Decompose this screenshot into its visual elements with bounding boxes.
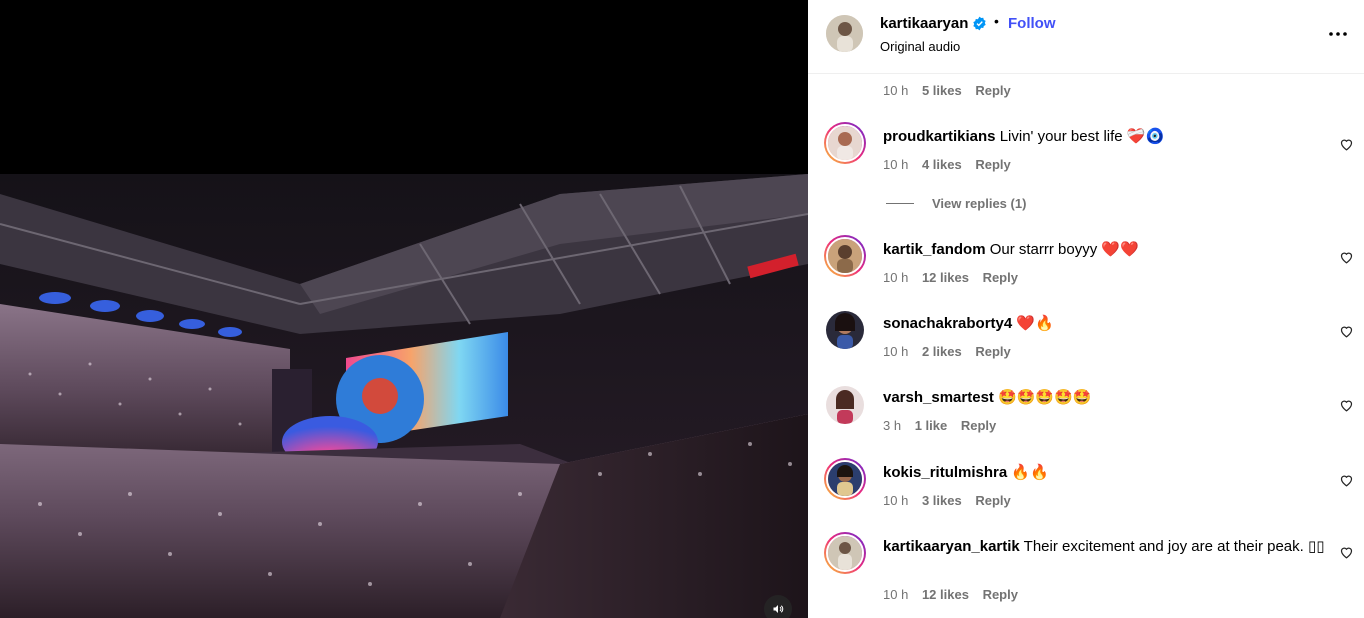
comment-likes[interactable]: 5 likes <box>922 83 962 98</box>
more-options-icon[interactable] <box>1324 22 1352 46</box>
comment-text: Our starrr boyyy ❤️❤️ <box>989 241 1139 258</box>
sound-toggle-button[interactable] <box>764 595 792 618</box>
comment-likes[interactable]: 12 likes <box>922 270 969 285</box>
commenter-avatar[interactable] <box>824 235 866 277</box>
comment-text: Livin' your best life ❤️‍🩹🧿 <box>999 128 1165 145</box>
comment-username[interactable]: kartikaaryan_kartik <box>883 538 1020 555</box>
reply-button[interactable]: Reply <box>975 344 1010 359</box>
reply-button[interactable]: Reply <box>975 157 1010 172</box>
commenter-avatar[interactable] <box>824 122 866 164</box>
heart-icon[interactable] <box>1339 398 1354 413</box>
speaker-icon <box>773 605 784 613</box>
replies-divider <box>886 203 914 204</box>
view-replies-label: View replies (1) <box>932 196 1027 211</box>
reply-button[interactable]: Reply <box>983 587 1018 602</box>
comment-text: 🔥🔥 <box>1011 464 1049 481</box>
header-separator: • <box>994 13 999 29</box>
comment-text: 🤩🤩🤩🤩🤩 <box>998 389 1092 406</box>
heart-icon[interactable] <box>1339 250 1354 265</box>
commenter-avatar[interactable] <box>824 309 866 351</box>
comment-likes[interactable]: 4 likes <box>922 157 962 172</box>
author-username[interactable]: kartikaaryan <box>880 15 968 32</box>
comment-meta: 10 h 5 likes Reply <box>883 83 1021 98</box>
comment-meta: 10 h 3 likes Reply <box>883 493 1021 508</box>
comment-username[interactable]: sonachakraborty4 <box>883 315 1012 332</box>
heart-icon[interactable] <box>1339 137 1354 152</box>
comment-time: 10 h <box>883 270 909 285</box>
reply-button[interactable]: Reply <box>975 83 1010 98</box>
comment-text: Their excitement and joy are at their pe… <box>1023 538 1325 555</box>
comment-meta: 10 h 12 likes Reply <box>883 587 1028 602</box>
comment-likes[interactable]: 2 likes <box>922 344 962 359</box>
comment-meta: 3 h 1 like Reply <box>883 418 1006 433</box>
comment-time: 10 h <box>883 83 909 98</box>
concert-video-frame <box>0 174 808 618</box>
heart-icon[interactable] <box>1339 324 1354 339</box>
post-header: kartikaaryan • Follow Original audio <box>808 0 1364 74</box>
heart-icon[interactable] <box>1339 545 1354 560</box>
comments-panel: kartikaaryan • Follow Original audio 10 … <box>808 0 1364 618</box>
comment-text: ❤️🔥 <box>1016 315 1054 332</box>
follow-button[interactable]: Follow <box>1008 15 1056 32</box>
commenter-avatar[interactable] <box>824 532 866 574</box>
author-avatar[interactable] <box>826 15 863 52</box>
reel-video-player[interactable] <box>0 0 808 618</box>
comment-time: 10 h <box>883 157 909 172</box>
comment-meta: 10 h 2 likes Reply <box>883 344 1021 359</box>
comment-time: 3 h <box>883 418 902 433</box>
reply-button[interactable]: Reply <box>983 270 1018 285</box>
comment-likes[interactable]: 1 like <box>915 418 948 433</box>
audio-label[interactable]: Original audio <box>880 39 960 54</box>
comment-meta: 10 h 12 likes Reply <box>883 270 1028 285</box>
reply-button[interactable]: Reply <box>975 493 1010 508</box>
view-replies-button[interactable]: View replies (1) <box>886 196 1026 211</box>
comment-time: 10 h <box>883 587 909 602</box>
comment-likes[interactable]: 12 likes <box>922 587 969 602</box>
verified-badge-icon <box>973 16 986 31</box>
reply-button[interactable]: Reply <box>961 418 996 433</box>
comment-time: 10 h <box>883 493 909 508</box>
comment-username[interactable]: proudkartikians <box>883 128 996 145</box>
comment-username[interactable]: kartik_fandom <box>883 241 986 258</box>
comment-likes[interactable]: 3 likes <box>922 493 962 508</box>
comment-meta: 10 h 4 likes Reply <box>883 157 1021 172</box>
commenter-avatar[interactable] <box>824 384 866 426</box>
heart-icon[interactable] <box>1339 473 1354 488</box>
comment-username[interactable]: varsh_smartest <box>883 389 994 406</box>
comment-username[interactable]: kokis_ritulmishra <box>883 464 1007 481</box>
comment-time: 10 h <box>883 344 909 359</box>
commenter-avatar[interactable] <box>824 458 866 500</box>
